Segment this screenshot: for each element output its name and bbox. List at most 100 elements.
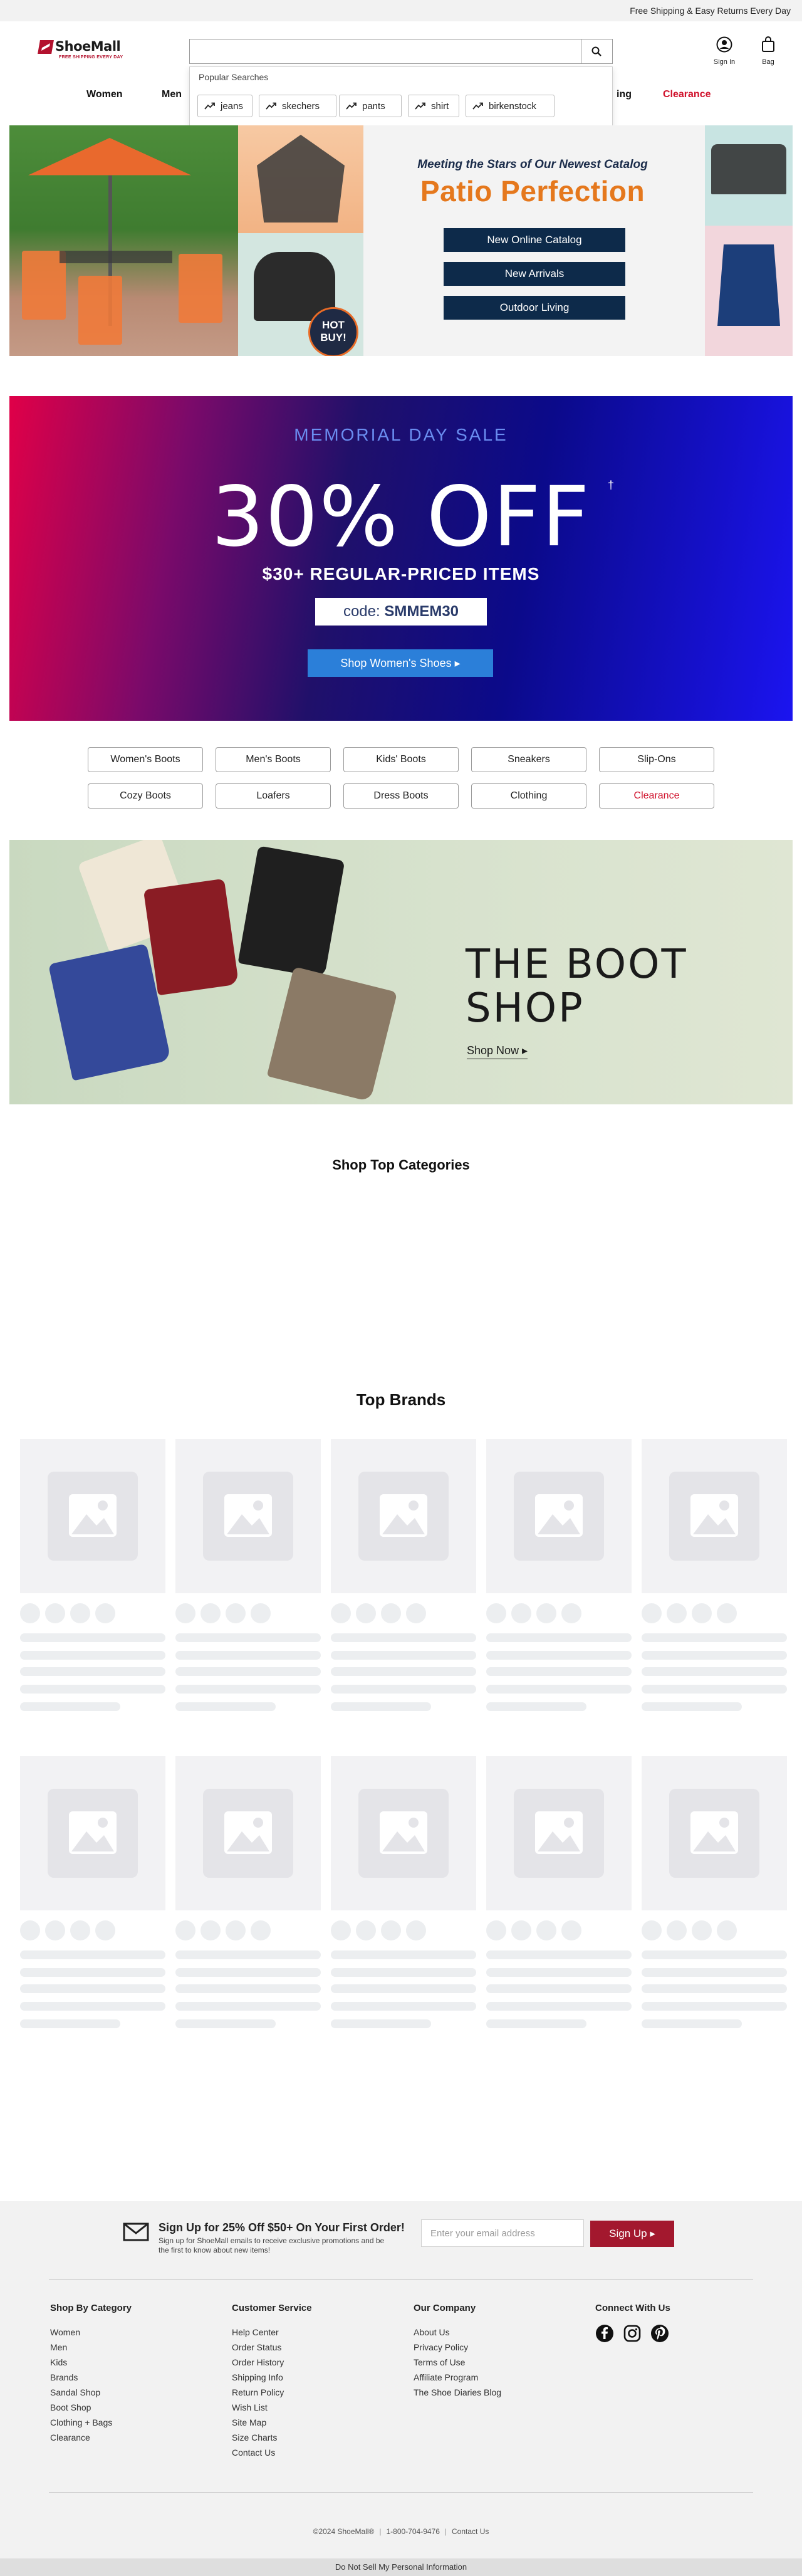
footer-link[interactable]: Contact Us (232, 2445, 312, 2460)
boot-shop-banner[interactable]: THE BOOT SHOP Shop Now ▸ (9, 840, 793, 1104)
popular-search-chip[interactable]: skechers (259, 95, 336, 117)
footer-link[interactable]: Affiliate Program (414, 2370, 501, 2385)
new-online-catalog-button[interactable]: New Online Catalog (444, 228, 625, 252)
footer-link[interactable]: Order Status (232, 2340, 312, 2355)
image-placeholder-icon (69, 1811, 117, 1854)
red-boot (143, 878, 239, 996)
email-field[interactable] (421, 2219, 584, 2247)
swatch-placeholder (20, 1920, 40, 1940)
category-mens-boots[interactable]: Men's Boots (216, 747, 331, 772)
footer-link[interactable]: Brands (50, 2370, 132, 2385)
hero-title: Patio Perfection (420, 175, 645, 207)
footer-link[interactable]: Help Center (232, 2325, 312, 2340)
search-button[interactable] (581, 39, 612, 63)
category-clearance[interactable]: Clearance (599, 783, 714, 809)
footer-link[interactable]: Size Charts (232, 2430, 312, 2445)
trending-icon (204, 102, 215, 110)
footer-link[interactable]: Women (50, 2325, 132, 2340)
footer-link[interactable]: Order History (232, 2355, 312, 2370)
blue-boot (48, 943, 172, 1081)
popular-search-chip[interactable]: birkenstock (466, 95, 555, 117)
swatch-placeholder (486, 1920, 506, 1940)
logo-mark-icon (38, 40, 54, 54)
placeholder-frame (203, 1789, 293, 1878)
sale-dagger: † (608, 479, 615, 491)
text-line-placeholder (175, 1667, 321, 1676)
shop-womens-shoes-button[interactable]: Shop Women's Shoes ▸ (308, 649, 493, 677)
chip-label: birkenstock (489, 101, 536, 112)
footer-column-title: Shop By Category (50, 2303, 132, 2313)
phone-link[interactable]: 1-800-704-9476 (386, 2527, 439, 2536)
footer-link[interactable]: Men (50, 2340, 132, 2355)
search-input[interactable] (190, 39, 578, 63)
swatch-placeholder (175, 1920, 195, 1940)
sign-up-button[interactable]: Sign Up ▸ (590, 2221, 674, 2247)
footer-link[interactable]: About Us (414, 2325, 501, 2340)
boot-shop-link[interactable]: Shop Now ▸ (467, 1044, 528, 1059)
footer-link[interactable]: Wish List (232, 2400, 312, 2415)
nav-item-partial[interactable]: ing (617, 89, 632, 100)
footer-link[interactable]: Clearance (50, 2430, 132, 2445)
do-not-sell-link[interactable]: Do Not Sell My Personal Information (0, 2558, 802, 2576)
boot-shop-title: THE BOOT SHOP (466, 943, 688, 1030)
footer-link[interactable]: Sandal Shop (50, 2385, 132, 2400)
nav-item-women[interactable]: Women (86, 89, 122, 100)
footer-link[interactable]: Boot Shop (50, 2400, 132, 2415)
trending-icon (415, 102, 425, 110)
text-line-placeholder (20, 1702, 120, 1711)
contact-us-link[interactable]: Contact Us (452, 2527, 489, 2536)
patio-hero-banner[interactable]: HOT BUY! Meeting the Stars of Our Newest… (9, 125, 793, 356)
category-slip-ons[interactable]: Slip-Ons (599, 747, 714, 772)
promo-text[interactable]: Free Shipping & Easy Returns Every Day (630, 6, 791, 16)
text-line-placeholder (20, 1667, 165, 1676)
placeholder-frame (48, 1472, 138, 1561)
category-clothing[interactable]: Clothing (471, 783, 586, 809)
footer-link[interactable]: Privacy Policy (414, 2340, 501, 2355)
text-line-placeholder (642, 2002, 787, 2011)
swatch-placeholder (200, 1920, 221, 1940)
category-cozy-boots[interactable]: Cozy Boots (88, 783, 203, 809)
text-line-placeholder (175, 1950, 321, 1959)
popular-search-chip[interactable]: pants (339, 95, 402, 117)
nav-item-clearance[interactable]: Clearance (663, 89, 711, 100)
outdoor-living-button[interactable]: Outdoor Living (444, 296, 625, 320)
footer-link[interactable]: Terms of Use (414, 2355, 501, 2370)
footer-column-title: Customer Service (232, 2303, 312, 2313)
footer-link[interactable]: Site Map (232, 2415, 312, 2430)
shoemall-logo[interactable]: ShoeMall FREE SHIPPING EVERY DAY (38, 39, 139, 66)
nav-item-men[interactable]: Men (162, 89, 182, 100)
product-image-placeholder (331, 1439, 476, 1593)
popular-search-chip[interactable]: jeans (197, 95, 253, 117)
bag-link[interactable]: Bag (749, 36, 787, 66)
text-line-placeholder (175, 1685, 321, 1694)
boot-shop-title-line1: THE BOOT (466, 941, 688, 988)
footer-link[interactable]: Shipping Info (232, 2370, 312, 2385)
category-kids-boots[interactable]: Kids' Boots (343, 747, 459, 772)
new-arrivals-button[interactable]: New Arrivals (444, 262, 625, 286)
instagram-icon[interactable] (623, 2324, 642, 2343)
category-loafers[interactable]: Loafers (216, 783, 331, 809)
chip-label: jeans (221, 101, 243, 112)
swatch-placeholder (251, 1920, 271, 1940)
facebook-icon[interactable] (595, 2324, 614, 2343)
category-womens-boots[interactable]: Women's Boots (88, 747, 203, 772)
product-image-placeholder (642, 1756, 787, 1910)
popular-search-chip[interactable]: shirt (408, 95, 459, 117)
product-image-placeholder (486, 1439, 632, 1593)
connect-title: Connect With Us (595, 2303, 670, 2313)
text-line-placeholder (486, 1667, 632, 1676)
footer-link[interactable]: The Shoe Diaries Blog (414, 2385, 501, 2400)
memorial-day-sale-banner[interactable]: MEMORIAL DAY SALE 30% OFF † $30+ REGULAR… (9, 396, 793, 721)
bench-image (705, 125, 793, 226)
footer-link[interactable]: Return Policy (232, 2385, 312, 2400)
sign-in-link[interactable]: Sign In (706, 36, 743, 66)
footer-link[interactable]: Kids (50, 2355, 132, 2370)
pinterest-icon[interactable] (650, 2324, 669, 2343)
swatch-placeholder (200, 1603, 221, 1623)
footer-link[interactable]: Clothing + Bags (50, 2415, 132, 2430)
category-sneakers[interactable]: Sneakers (471, 747, 586, 772)
black-boot (237, 846, 345, 978)
text-line-placeholder (175, 1702, 276, 1711)
image-placeholder-icon (535, 1494, 583, 1537)
category-dress-boots[interactable]: Dress Boots (343, 783, 459, 809)
